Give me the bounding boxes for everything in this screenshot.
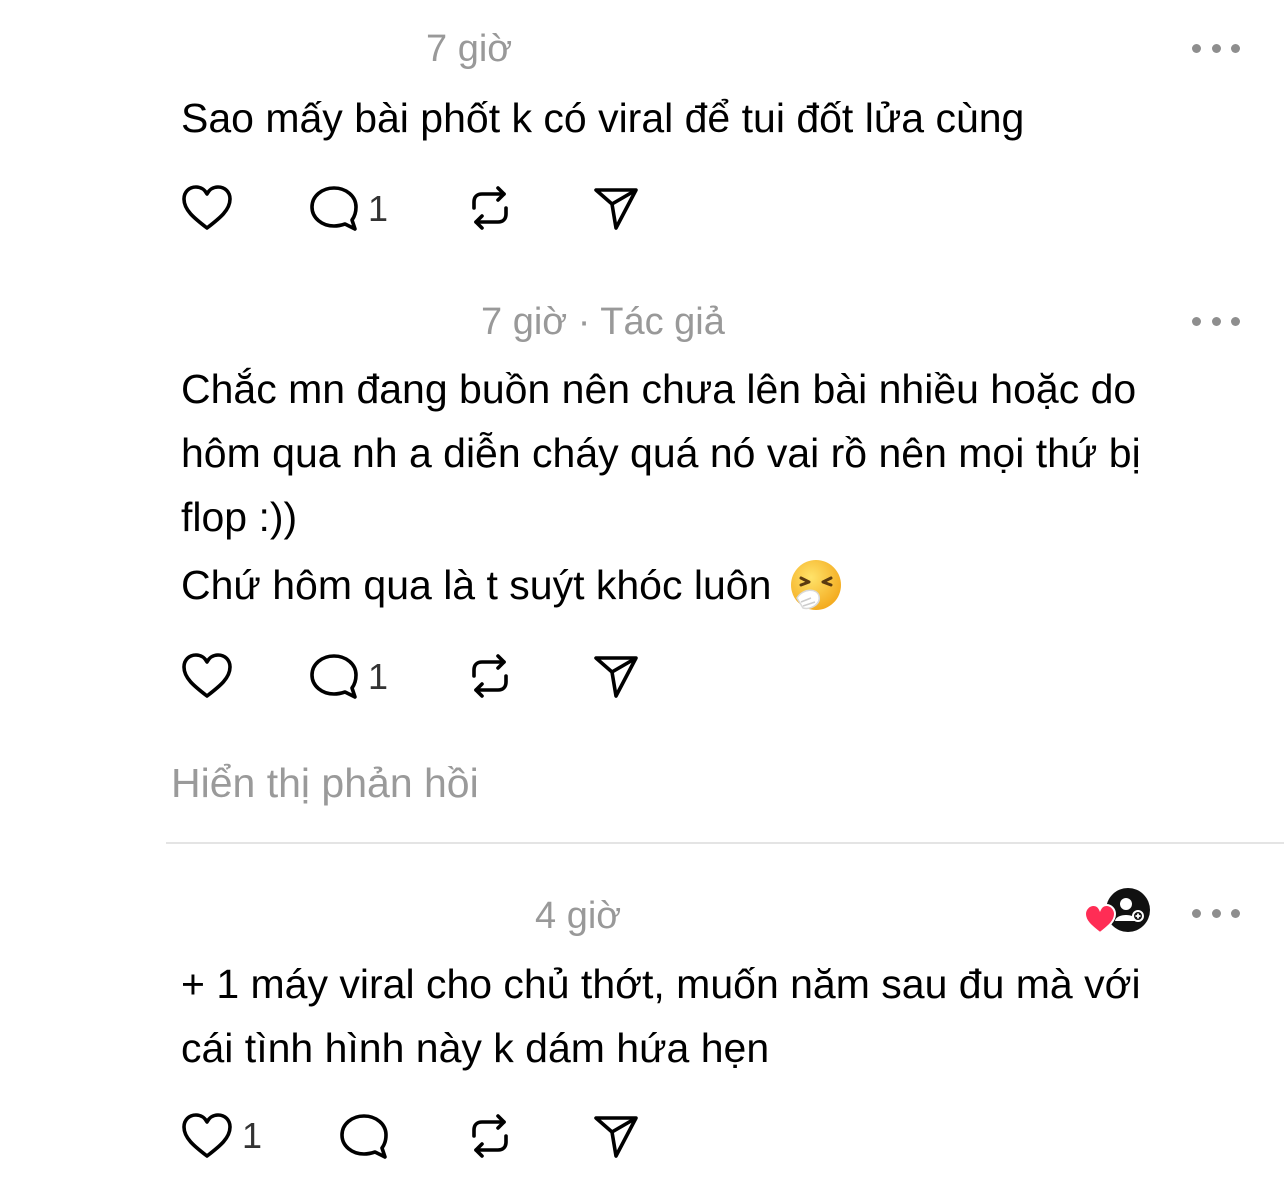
comment-icon xyxy=(310,186,358,231)
more-options-icon[interactable] xyxy=(1192,36,1240,60)
repost-button[interactable] xyxy=(466,1112,514,1160)
reply-count: 1 xyxy=(368,656,389,697)
comment-divider xyxy=(166,842,1284,844)
heart-icon xyxy=(182,653,232,698)
comment-text-line-4: Chứ hôm qua là t suýt khóc luôn xyxy=(181,553,843,617)
reply-button[interactable]: 1 xyxy=(308,184,388,234)
comment-text-line-4-text: Chứ hôm qua là t suýt khóc luôn xyxy=(181,562,772,608)
comment-icon xyxy=(310,654,358,699)
heart-icon xyxy=(182,185,232,230)
like-button[interactable] xyxy=(180,184,234,232)
liked-by-author-badge xyxy=(1082,888,1154,940)
more-options-icon[interactable] xyxy=(1192,309,1240,333)
like-count: 1 xyxy=(242,1115,263,1156)
reply-button[interactable]: 1 xyxy=(308,652,388,702)
share-icon xyxy=(594,1116,638,1158)
comment-text: Sao mấy bài phốt k có viral để tui đốt l… xyxy=(181,95,1025,141)
repost-button[interactable] xyxy=(466,184,514,232)
comment-text-line-1: Chắc mn đang buồn nên chưa lên bài nhiều… xyxy=(181,366,1137,412)
repost-button[interactable] xyxy=(466,652,514,700)
comment-text-line-2: hôm qua nh a diễn cháy quá nó vai rồ nên… xyxy=(181,430,1141,476)
comment-icon xyxy=(340,1114,388,1159)
reply-count: 1 xyxy=(368,188,389,229)
comment-text-line-3: flop :)) xyxy=(181,494,298,540)
share-button[interactable] xyxy=(592,652,640,700)
share-icon xyxy=(594,188,638,230)
repost-icon xyxy=(472,654,508,698)
comment-text-line-2: cái tình hình này k dám hứa hẹn xyxy=(181,1025,770,1071)
repost-icon xyxy=(472,186,508,230)
share-button[interactable] xyxy=(592,184,640,232)
heart-icon xyxy=(182,1113,232,1158)
more-options-icon[interactable] xyxy=(1192,901,1240,925)
comment-time-author: 7 giờ · Tác giả xyxy=(481,301,725,343)
sneezing-face-icon xyxy=(791,560,842,610)
comment-time: 7 giờ xyxy=(426,28,513,70)
red-heart-icon xyxy=(1083,903,1117,935)
comment-time: 4 giờ xyxy=(535,895,622,937)
show-replies-link[interactable]: Hiển thị phản hồi xyxy=(171,760,479,807)
repost-icon xyxy=(472,1114,508,1158)
reply-button[interactable] xyxy=(338,1112,390,1162)
share-icon xyxy=(594,656,638,698)
like-button[interactable] xyxy=(180,652,234,700)
comment-text-line-1: + 1 máy viral cho chủ thớt, muốn năm sau… xyxy=(181,961,1141,1007)
share-button[interactable] xyxy=(592,1112,640,1160)
like-button[interactable]: 1 xyxy=(180,1112,262,1160)
